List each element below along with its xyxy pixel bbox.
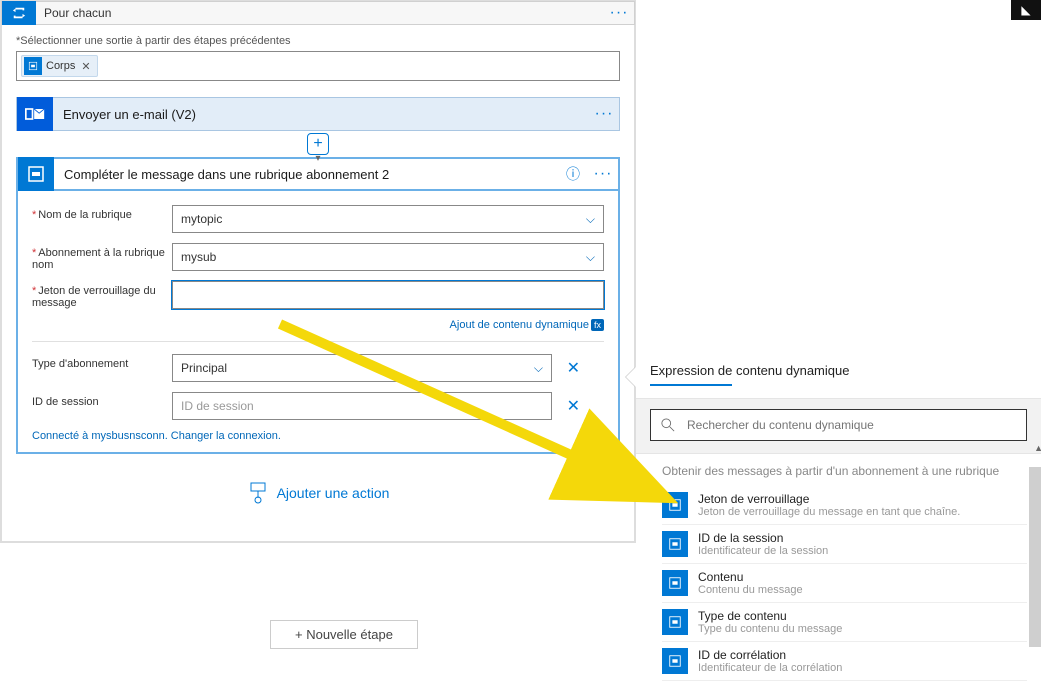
chevron-down-icon: ⌵ bbox=[586, 250, 595, 265]
foreach-menu[interactable]: ··· bbox=[604, 10, 634, 16]
servicebus-icon bbox=[662, 492, 688, 518]
email-action-header[interactable]: Envoyer un e-mail (V2) ··· bbox=[16, 97, 620, 131]
topic-label: *Nom de la rubrique bbox=[32, 205, 172, 221]
info-icon[interactable]: ⓘ bbox=[566, 164, 588, 184]
dyn-item-desc: Contenu du message bbox=[698, 584, 803, 596]
servicebus-icon bbox=[662, 531, 688, 557]
foreach-header[interactable]: Pour chacun ··· bbox=[1, 1, 635, 25]
dyn-item[interactable]: Jeton de verrouillage Jeton de verrouill… bbox=[662, 486, 1027, 525]
complete-action-title: Compléter le message dans une rubrique a… bbox=[54, 167, 566, 182]
email-action-title: Envoyer un e-mail (V2) bbox=[53, 107, 589, 122]
dyn-item-title: Jeton de verrouillage bbox=[698, 492, 960, 506]
topic-select[interactable]: mytopic ⌵ bbox=[172, 205, 604, 233]
servicebus-icon bbox=[662, 648, 688, 674]
output-chip[interactable]: Corps ✕ bbox=[21, 55, 98, 77]
dyn-item-desc: Jeton de verrouillage du message en tant… bbox=[698, 506, 960, 518]
add-dynamic-content-link[interactable]: Ajout de contenu dynamiquefx bbox=[32, 319, 604, 331]
session-clear[interactable]: ✕ bbox=[567, 396, 580, 416]
lock-token-label: *Jeton de verrouillage dumessage bbox=[32, 281, 172, 309]
outlook-icon bbox=[17, 97, 53, 131]
dyn-item[interactable]: ID de la session Identificateur de la se… bbox=[662, 525, 1027, 564]
dyn-item-title: Type de contenu bbox=[698, 609, 842, 623]
dyn-item-title: ID de corrélation bbox=[698, 648, 842, 662]
complete-action-body: *Nom de la rubrique mytopic ⌵ *Abonnemen… bbox=[16, 191, 620, 454]
servicebus-icon bbox=[24, 57, 42, 75]
new-step-button[interactable]: + Nouvelle étape bbox=[270, 620, 418, 649]
add-action-icon bbox=[247, 482, 269, 504]
dyn-section-title: Obtenir des messages à partir d'un abonn… bbox=[636, 454, 1041, 486]
foreach-title: Pour chacun bbox=[36, 6, 604, 20]
dyn-item[interactable]: Type de contenu Type du contenu du messa… bbox=[662, 603, 1027, 642]
servicebus-icon bbox=[662, 570, 688, 596]
subtype-clear[interactable]: ✕ bbox=[567, 358, 580, 378]
dyn-item-title: ID de la session bbox=[698, 531, 828, 545]
chip-label: Corps bbox=[46, 60, 75, 72]
dynamic-content-search[interactable] bbox=[650, 409, 1027, 441]
scrollbar-thumb[interactable] bbox=[1029, 467, 1041, 647]
loop-icon bbox=[2, 1, 36, 25]
dyn-item-desc: Identificateur de la corrélation bbox=[698, 662, 842, 674]
session-label: ID de session bbox=[32, 392, 172, 408]
chip-remove[interactable]: ✕ bbox=[81, 60, 90, 73]
dyn-item[interactable]: ID de corrélation Identificateur de la c… bbox=[662, 642, 1027, 681]
subscription-label: *Abonnement à la rubriquenom bbox=[32, 243, 172, 271]
servicebus-icon bbox=[662, 609, 688, 635]
subtype-label: Type d'abonnement bbox=[32, 354, 172, 370]
scroll-up-icon[interactable]: ▲ bbox=[1034, 443, 1041, 453]
chevron-down-icon: ⌵ bbox=[534, 361, 543, 376]
search-icon bbox=[661, 418, 675, 432]
top-right-button[interactable]: ◣ bbox=[1011, 0, 1041, 20]
lock-token-input[interactable] bbox=[172, 281, 604, 309]
add-action-button[interactable]: Ajouter une action bbox=[247, 482, 390, 504]
email-action-menu[interactable]: ··· bbox=[589, 111, 619, 117]
dynamic-content-search-input[interactable] bbox=[685, 417, 1026, 433]
tab-underline bbox=[650, 384, 732, 386]
panel-caret bbox=[626, 367, 636, 387]
dyn-item-desc: Type du contenu du message bbox=[698, 623, 842, 635]
dyn-item[interactable]: Contenu Contenu du message bbox=[662, 564, 1027, 603]
connection-info[interactable]: Connecté à mysbusnsconn. Changer la conn… bbox=[32, 430, 604, 442]
complete-action-menu[interactable]: ··· bbox=[588, 171, 618, 177]
insert-step[interactable]: + ▾ bbox=[16, 131, 620, 157]
chevron-down-icon: ⌵ bbox=[586, 212, 595, 227]
dyn-item-title: Contenu bbox=[698, 570, 803, 584]
select-output-input[interactable]: Corps ✕ bbox=[16, 51, 620, 81]
subtype-select[interactable]: Principal ⌵ bbox=[172, 354, 552, 382]
dyn-item-desc: Identificateur de la session bbox=[698, 545, 828, 557]
dynamic-content-title: Expression de contenu dynamique bbox=[636, 347, 1041, 384]
subscription-select[interactable]: mysub ⌵ bbox=[172, 243, 604, 271]
dynamic-content-panel: Expression de contenu dynamique ▲ Obteni… bbox=[636, 347, 1041, 681]
dynamic-content-badge: fx bbox=[591, 319, 604, 331]
session-input[interactable] bbox=[172, 392, 552, 420]
select-output-label: *Sélectionner une sortie à partir des ét… bbox=[16, 35, 620, 47]
